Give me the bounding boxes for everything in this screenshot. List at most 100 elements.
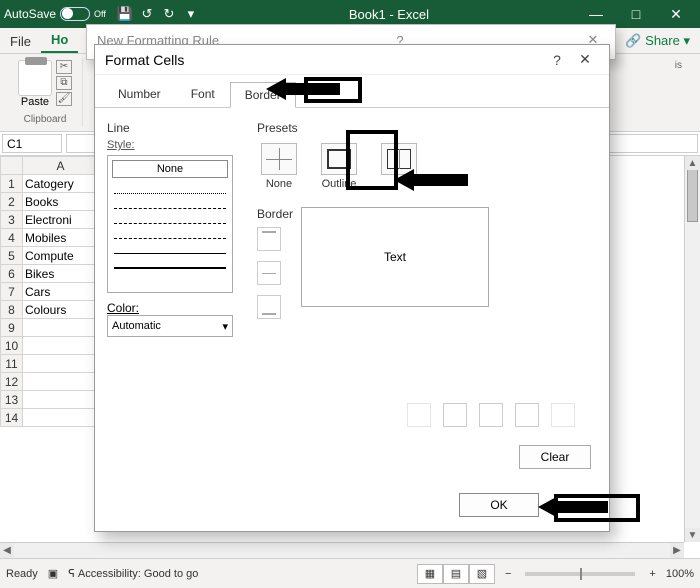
cell[interactable]: Catogery [23, 175, 99, 193]
arrow-to-outline [412, 169, 472, 191]
format-cells-dialog: Format Cells ? ✕ Number Font Border Line… [94, 44, 610, 532]
accessibility-status[interactable]: ᕋ Accessibility: Good to go [68, 567, 198, 580]
style-none[interactable]: None [112, 160, 228, 178]
preset-none-label: None [266, 178, 292, 190]
format-painter-icon[interactable]: 🖌 [56, 92, 72, 106]
preset-outline-button[interactable]: Outline [321, 143, 357, 190]
autosave-toggle[interactable]: AutoSave Off [4, 7, 106, 21]
status-bar: Ready ▣ ᕋ Accessibility: Good to go ▦ ▤ … [0, 558, 700, 588]
row-header[interactable]: 11 [1, 355, 23, 373]
scroll-right-icon[interactable]: ▶ [670, 543, 684, 558]
zoom-in-button[interactable]: + [649, 568, 655, 580]
undo-icon[interactable]: ↺ [138, 5, 156, 23]
cell[interactable] [23, 319, 99, 337]
arrow-to-border-tab [284, 78, 344, 100]
row-header[interactable]: 14 [1, 409, 23, 427]
row-header[interactable]: 5 [1, 247, 23, 265]
cell[interactable]: Books [23, 193, 99, 211]
row-header[interactable]: 9 [1, 319, 23, 337]
cell[interactable]: Mobiles [23, 229, 99, 247]
border-right-button[interactable] [515, 403, 539, 427]
horizontal-scrollbar[interactable]: ◀ ▶ [0, 542, 684, 558]
share-label: Share [645, 33, 680, 48]
preset-none-button[interactable]: None [261, 143, 297, 190]
page-layout-view-button[interactable]: ▤ [443, 564, 469, 584]
dialog-tabs: Number Font Border [95, 75, 609, 108]
scroll-down-icon[interactable]: ▼ [685, 528, 700, 542]
row-header[interactable]: 8 [1, 301, 23, 319]
border-bottom-button[interactable] [257, 295, 281, 319]
style-option[interactable] [114, 257, 226, 269]
style-option[interactable] [114, 197, 226, 209]
style-option[interactable] [114, 212, 226, 224]
border-horizontal-button[interactable] [257, 261, 281, 285]
row-header[interactable]: 7 [1, 283, 23, 301]
scroll-up-icon[interactable]: ▲ [685, 156, 700, 170]
status-ready: Ready [6, 568, 38, 580]
dialog-help-button[interactable]: ? [543, 52, 571, 68]
dialog-title: Format Cells [105, 52, 184, 68]
cell[interactable]: Cars [23, 283, 99, 301]
cell[interactable]: Bikes [23, 265, 99, 283]
row-header[interactable]: 12 [1, 373, 23, 391]
toggle-icon [60, 7, 90, 21]
row-header[interactable]: 4 [1, 229, 23, 247]
zoom-slider[interactable] [525, 572, 635, 576]
border-top-button[interactable] [257, 227, 281, 251]
preset-outline-label: Outline [322, 178, 357, 190]
col-header-a[interactable]: A [23, 157, 99, 175]
cut-icon[interactable]: ✂ [56, 60, 72, 74]
view-buttons: ▦ ▤ ▧ [417, 564, 495, 584]
vertical-scrollbar[interactable]: ▲ ▼ [684, 156, 700, 542]
zoom-level[interactable]: 100% [666, 568, 694, 580]
scroll-thumb[interactable] [687, 162, 698, 222]
tab-number[interactable]: Number [103, 81, 176, 107]
cell[interactable] [23, 373, 99, 391]
cell[interactable] [23, 355, 99, 373]
clear-button[interactable]: Clear [519, 445, 591, 469]
cell[interactable]: Electroni [23, 211, 99, 229]
cell[interactable]: Colours [23, 301, 99, 319]
cell[interactable]: Compute [23, 247, 99, 265]
scroll-left-icon[interactable]: ◀ [0, 543, 14, 558]
style-option[interactable] [114, 227, 226, 239]
dialog-header[interactable]: Format Cells ? ✕ [95, 45, 609, 75]
color-dropdown[interactable]: Automatic ▾ [107, 315, 233, 337]
style-option[interactable] [114, 242, 226, 254]
row-header[interactable]: 10 [1, 337, 23, 355]
macro-record-icon[interactable]: ▣ [48, 567, 58, 580]
border-vertical-button[interactable] [479, 403, 503, 427]
normal-view-button[interactable]: ▦ [417, 564, 443, 584]
share-button[interactable]: 🔗 Share ▾ [615, 29, 700, 53]
ok-button[interactable]: OK [459, 493, 539, 517]
cell[interactable] [23, 337, 99, 355]
border-left-button[interactable] [443, 403, 467, 427]
select-all[interactable] [1, 157, 23, 175]
row-header[interactable]: 3 [1, 211, 23, 229]
tab-file[interactable]: File [0, 30, 41, 53]
row-header[interactable]: 2 [1, 193, 23, 211]
page-break-view-button[interactable]: ▧ [469, 564, 495, 584]
qat-dropdown-icon[interactable]: ▾ [182, 5, 200, 23]
row-header[interactable]: 13 [1, 391, 23, 409]
cell[interactable] [23, 391, 99, 409]
border-diag-down-button[interactable] [551, 403, 575, 427]
dialog-close-button[interactable]: ✕ [571, 51, 599, 68]
window-maximize-button[interactable]: □ [616, 0, 656, 28]
arrow-to-ok [556, 496, 616, 518]
window-close-button[interactable]: ✕ [656, 0, 696, 28]
save-icon[interactable]: 💾 [116, 5, 134, 23]
name-box[interactable]: C1 [2, 134, 62, 153]
tab-home[interactable]: Ho [41, 28, 78, 53]
style-option[interactable] [114, 182, 226, 194]
row-header[interactable]: 6 [1, 265, 23, 283]
row-header[interactable]: 1 [1, 175, 23, 193]
zoom-out-button[interactable]: − [505, 568, 511, 580]
copy-icon[interactable]: ⧉ [56, 76, 72, 90]
cell[interactable] [23, 409, 99, 427]
border-diag-up-button[interactable] [407, 403, 431, 427]
paste-icon[interactable] [18, 60, 52, 96]
redo-icon[interactable]: ↻ [160, 5, 178, 23]
line-style-picker[interactable]: None [107, 155, 233, 293]
tab-font[interactable]: Font [176, 81, 230, 107]
